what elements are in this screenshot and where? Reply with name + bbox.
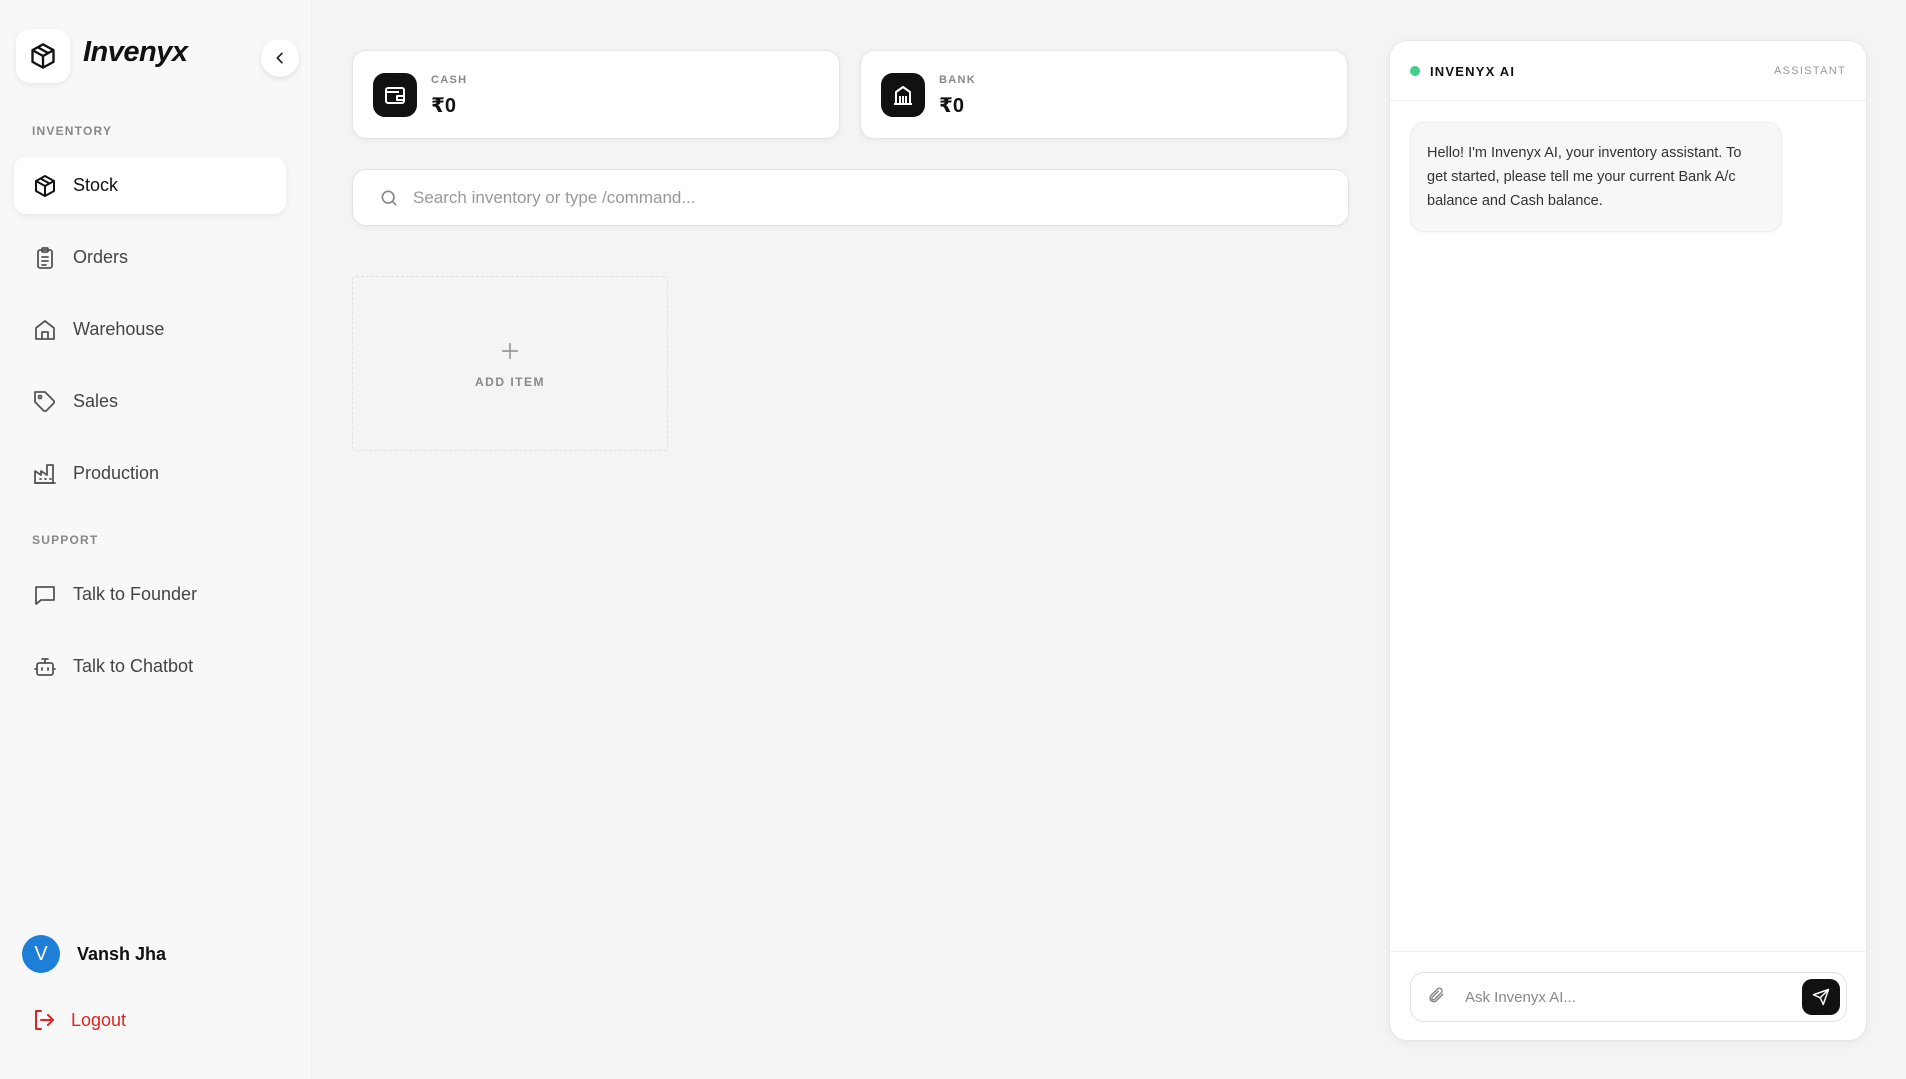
cash-label: CASH <box>431 74 468 86</box>
wallet-icon <box>373 73 417 117</box>
sidebar-item-talk-to-founder[interactable]: Talk to Founder <box>14 566 286 623</box>
box-icon <box>32 173 58 199</box>
sidebar-item-sales[interactable]: Sales <box>14 373 286 430</box>
chat-input[interactable] <box>1465 988 1795 1006</box>
logout-button[interactable]: Logout <box>32 1008 126 1032</box>
bot-icon <box>32 654 58 680</box>
status-dot <box>1410 66 1420 76</box>
cash-value: ₹0 <box>431 95 457 117</box>
sidebar-item-production[interactable]: Production <box>14 445 286 502</box>
sidebar-item-orders[interactable]: Orders <box>14 229 286 286</box>
message-square-icon <box>32 582 58 608</box>
bank-icon <box>881 73 925 117</box>
send-button[interactable] <box>1802 979 1840 1015</box>
chat-title: INVENYX AI <box>1430 64 1516 79</box>
chat-panel: INVENYX AI ASSISTANT Hello! I'm Invenyx … <box>1389 40 1867 1041</box>
tag-icon <box>32 389 58 415</box>
bank-value: ₹0 <box>939 95 965 117</box>
chat-footer <box>1390 951 1866 1040</box>
sidebar-item-label: Warehouse <box>73 319 165 339</box>
bank-label: BANK <box>939 74 976 86</box>
assistant-message: Hello! I'm Invenyx AI, your inventory as… <box>1410 122 1782 232</box>
chat-role-badge: ASSISTANT <box>1773 65 1846 77</box>
logout-label: Logout <box>71 1009 127 1030</box>
factory-icon <box>32 461 58 487</box>
sidebar-item-warehouse[interactable]: Warehouse <box>14 301 286 358</box>
chevron-left-icon <box>276 52 283 64</box>
sidebar-item-label: Orders <box>73 247 129 267</box>
sidebar-item-talk-to-chatbot[interactable]: Talk to Chatbot <box>14 638 286 695</box>
user-name: Vansh Jha <box>77 943 167 964</box>
sidebar-item-stock[interactable]: Stock <box>14 157 286 214</box>
sidebar-item-label: Production <box>73 463 160 483</box>
section-label-support: SUPPORT <box>32 533 99 547</box>
sidebar-item-label: Talk to Chatbot <box>73 656 194 676</box>
chat-input-box <box>1410 972 1847 1022</box>
search-input[interactable] <box>413 187 1313 208</box>
section-label-inventory: INVENTORY <box>32 124 113 138</box>
send-icon <box>1812 988 1830 1006</box>
clipboard-list-icon <box>32 245 58 271</box>
paperclip-icon[interactable] <box>1427 986 1445 1009</box>
avatar: V <box>22 935 60 973</box>
chat-header: INVENYX AI ASSISTANT <box>1390 41 1866 101</box>
sidebar: Invenyx INVENTORY Stock Orders Warehouse… <box>0 0 312 1079</box>
home-icon <box>32 317 58 343</box>
sidebar-item-label: Talk to Founder <box>73 584 198 604</box>
add-item-button[interactable]: ADD ITEM <box>352 276 668 451</box>
logout-icon <box>35 1010 54 1030</box>
cash-balance-card[interactable]: CASH ₹0 <box>352 50 840 139</box>
add-item-label: ADD ITEM <box>475 374 545 389</box>
sidebar-item-label: Stock <box>73 175 119 195</box>
user-profile[interactable]: V Vansh Jha <box>22 935 166 973</box>
collapse-sidebar-button[interactable] <box>261 39 299 77</box>
sidebar-item-label: Sales <box>73 391 119 411</box>
brand-name: Invenyx <box>83 36 188 68</box>
bank-balance-card[interactable]: BANK ₹0 <box>860 50 1348 139</box>
search-bar <box>352 169 1349 226</box>
logo[interactable] <box>16 29 70 83</box>
search-icon <box>381 190 397 205</box>
box-icon <box>31 43 55 69</box>
plus-icon <box>499 339 521 367</box>
